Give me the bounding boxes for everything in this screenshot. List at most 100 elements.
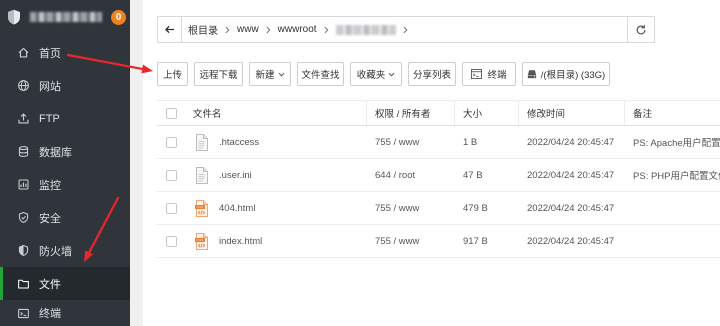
file-size: 479 B bbox=[463, 202, 488, 214]
share-list-button[interactable]: 分享列表 bbox=[408, 62, 456, 86]
sidebar-item-firewall[interactable]: 防火墙 bbox=[0, 234, 130, 267]
redacted-server-name bbox=[30, 12, 102, 22]
file-name-cell: index.html bbox=[185, 225, 367, 257]
folder-icon bbox=[17, 277, 30, 290]
file-search-label: 文件查找 bbox=[301, 70, 340, 81]
firewall-icon bbox=[17, 244, 30, 257]
globe-icon bbox=[17, 79, 30, 92]
sidebar-item-label: 防火墙 bbox=[39, 245, 72, 258]
chevron-right-icon bbox=[324, 26, 329, 34]
file-permission[interactable]: 755 / www bbox=[367, 225, 455, 257]
html-file-icon bbox=[195, 233, 208, 250]
file-search-button[interactable]: 文件查找 bbox=[297, 62, 344, 86]
file-remark[interactable]: PS: PHP用户配置文件 bbox=[625, 159, 720, 191]
sidebar-item-label: 网站 bbox=[39, 80, 61, 93]
sidebar-header: 0 bbox=[0, 0, 130, 36]
file-name-link[interactable]: index.html bbox=[219, 236, 262, 247]
file-name-link[interactable]: .user.ini bbox=[219, 170, 252, 181]
favorites-dropdown-button[interactable]: 收藏夹 bbox=[350, 62, 402, 86]
terminal-button[interactable]: 终端 bbox=[462, 62, 516, 86]
column-header-modified[interactable]: 修改时间 bbox=[519, 101, 625, 125]
hard-disk-icon bbox=[527, 70, 536, 79]
breadcrumb-wwwroot[interactable]: wwwroot bbox=[278, 24, 317, 35]
row-checkbox[interactable] bbox=[165, 136, 177, 148]
file-name-link[interactable]: 404.html bbox=[219, 203, 255, 214]
table-row[interactable]: .user.ini 644 / root 47 B 2022/04/24 20:… bbox=[157, 159, 720, 192]
table-row[interactable]: index.html 755 / www 917 B 2022/04/24 20… bbox=[157, 225, 720, 258]
sidebar-menu: 首页 网站 FTP 数据库 监控 安全 防火墙 文件 终端 bbox=[0, 36, 130, 326]
breadcrumb-redacted-folder[interactable] bbox=[335, 24, 396, 35]
file-permission[interactable]: 755 / www bbox=[367, 192, 455, 224]
sidebar-item-home[interactable]: 首页 bbox=[0, 36, 130, 69]
share-list-label: 分享列表 bbox=[412, 70, 451, 81]
sidebar-item-label: 安全 bbox=[39, 212, 61, 225]
sidebar-item-label: 数据库 bbox=[39, 146, 72, 159]
column-header-permission[interactable]: 权限 / 所有者 bbox=[367, 101, 455, 125]
breadcrumb: 根目录 www wwwroot bbox=[182, 17, 415, 42]
row-checkbox-cell bbox=[157, 159, 185, 191]
html-file-icon bbox=[195, 200, 208, 217]
remote-download-button[interactable]: 远程下载 bbox=[194, 62, 243, 86]
file-manager-panel: 根目录 www wwwroot 上传 远程下载 新建 文件查找 收藏夹 分享列表… bbox=[143, 0, 720, 326]
row-checkbox[interactable] bbox=[165, 169, 177, 181]
new-button-label: 新建 bbox=[255, 70, 275, 81]
file-size: 917 B bbox=[463, 235, 488, 247]
sidebar-item-label: 首页 bbox=[39, 47, 61, 60]
text-file-icon bbox=[195, 167, 208, 184]
table-header: 文件名 权限 / 所有者 大小 修改时间 备注 bbox=[157, 100, 720, 126]
refresh-icon bbox=[636, 24, 646, 34]
sidebar-item-monitor[interactable]: 监控 bbox=[0, 168, 130, 201]
file-name-cell: .htaccess bbox=[185, 126, 367, 158]
upload-button[interactable]: 上传 bbox=[157, 62, 188, 86]
row-checkbox-cell bbox=[157, 126, 185, 158]
row-checkbox[interactable] bbox=[165, 202, 177, 214]
terminal-window-icon bbox=[471, 69, 483, 79]
file-permission[interactable]: 644 / root bbox=[367, 159, 455, 191]
header-checkbox-cell bbox=[157, 101, 185, 125]
sidebar-item-label: 监控 bbox=[39, 179, 61, 192]
sidebar-item-security[interactable]: 安全 bbox=[0, 201, 130, 234]
sidebar-item-database[interactable]: 数据库 bbox=[0, 135, 130, 168]
file-size: 47 B bbox=[463, 169, 483, 181]
notification-badge[interactable]: 0 bbox=[111, 10, 126, 25]
disk-root-button[interactable]: /(根目录) (33G) bbox=[522, 62, 610, 86]
terminal-icon bbox=[17, 307, 30, 320]
terminal-button-label: 终端 bbox=[487, 70, 507, 81]
chevron-right-icon bbox=[266, 26, 271, 34]
file-remark[interactable] bbox=[625, 192, 720, 224]
breadcrumb-root[interactable]: 根目录 bbox=[188, 22, 218, 37]
file-name-cell: 404.html bbox=[185, 192, 367, 224]
arrow-left-icon bbox=[164, 25, 174, 34]
sidebar-item-label: 终端 bbox=[39, 308, 61, 320]
sidebar-item-terminal[interactable]: 终端 bbox=[0, 300, 130, 326]
file-name-link[interactable]: .htaccess bbox=[219, 137, 259, 148]
file-remark[interactable] bbox=[625, 225, 720, 257]
chevron-down-icon bbox=[388, 72, 395, 77]
favorites-label: 收藏夹 bbox=[356, 70, 386, 81]
remote-download-label: 远程下载 bbox=[199, 70, 238, 81]
file-permission[interactable]: 755 / www bbox=[367, 126, 455, 158]
new-dropdown-button[interactable]: 新建 bbox=[249, 62, 291, 86]
row-checkbox[interactable] bbox=[165, 235, 177, 247]
table-row[interactable]: 404.html 755 / www 479 B 2022/04/24 20:4… bbox=[157, 192, 720, 225]
sidebar-item-ftp[interactable]: FTP bbox=[0, 102, 130, 135]
sidebar-item-label: 文件 bbox=[39, 278, 61, 291]
column-header-size[interactable]: 大小 bbox=[455, 101, 519, 125]
column-header-name[interactable]: 文件名 bbox=[185, 101, 367, 125]
text-file-icon bbox=[195, 134, 208, 151]
ftp-icon bbox=[17, 112, 30, 125]
table-row[interactable]: .htaccess 755 / www 1 B 2022/04/24 20:45… bbox=[157, 126, 720, 159]
select-all-checkbox[interactable] bbox=[165, 107, 177, 119]
file-table: 文件名 权限 / 所有者 大小 修改时间 备注 .htaccess 755 / … bbox=[157, 100, 720, 258]
column-header-remark: 备注 bbox=[633, 109, 653, 120]
back-button[interactable] bbox=[158, 17, 182, 42]
file-modified-time: 2022/04/24 20:45:47 bbox=[527, 202, 615, 214]
sidebar-item-files[interactable]: 文件 bbox=[0, 267, 130, 300]
chevron-right-icon bbox=[403, 26, 408, 34]
file-modified-time: 2022/04/24 20:45:47 bbox=[527, 169, 615, 181]
file-remark[interactable]: PS: Apache用户配置文 bbox=[625, 126, 720, 158]
refresh-button[interactable] bbox=[627, 17, 654, 42]
file-modified-time: 2022/04/24 20:45:47 bbox=[527, 235, 615, 247]
sidebar-item-website[interactable]: 网站 bbox=[0, 69, 130, 102]
breadcrumb-www[interactable]: www bbox=[237, 24, 259, 35]
